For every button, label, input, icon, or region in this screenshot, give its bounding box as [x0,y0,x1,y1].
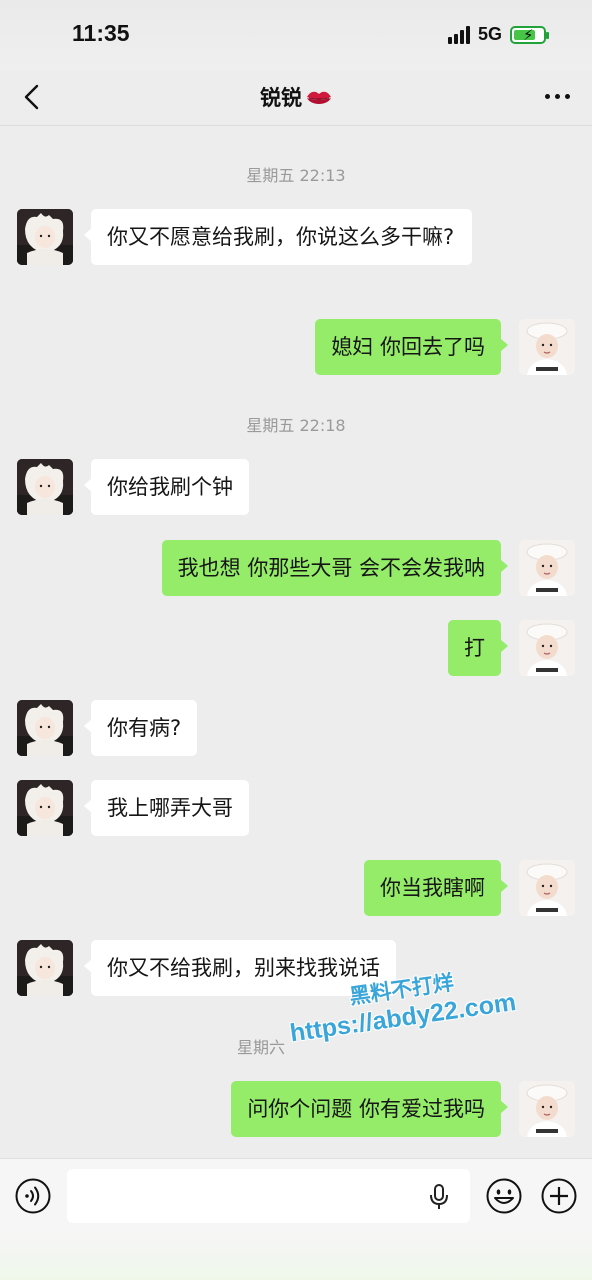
message-row: 你又不给我刷，别来找我说话 [0,940,592,996]
network-label: 5G [477,24,502,44]
status-icons: 5G ⚡ [447,24,549,45]
emoji-icon[interactable] [485,1177,523,1215]
voice-icon[interactable] [14,1177,52,1215]
message-row: 我也想 你那些大哥 会不会发我呐 [0,540,592,596]
message-row: 问你个问题 你有爱过我吗 [0,1081,592,1137]
self-avatar[interactable] [519,1081,575,1137]
message-bubble[interactable]: 你当我瞎啊 [364,860,508,916]
chat-title: 锐锐 [260,86,302,110]
message-bubble[interactable]: 问你个问题 你有爱过我吗 [231,1081,508,1137]
message-row: 你给我刷个钟 [0,459,592,515]
more-dots-icon[interactable] [545,94,570,99]
message-bubble[interactable]: 你又不愿意给我刷，你说这么多干嘛? [84,209,472,265]
message-bubble[interactable]: 你又不给我刷，别来找我说话 [84,940,396,996]
message-row: 我上哪弄大哥 [0,780,592,836]
contact-avatar[interactable] [17,459,73,515]
message-bubble[interactable]: 你有病? [83,700,198,756]
self-avatar[interactable] [519,860,575,916]
contact-avatar[interactable] [17,940,73,996]
message-bubble[interactable]: 我也想 你那些大哥 会不会发我呐 [161,540,509,596]
battery-icon: ⚡ [510,25,549,44]
status-bar: 11:35 5G ⚡ [0,0,592,70]
contact-avatar[interactable] [17,209,73,265]
signal-icon [447,25,470,44]
chat-header: 锐锐 [0,70,592,126]
time-label: 星期五 22:13 [246,166,346,185]
plus-icon[interactable] [540,1177,578,1215]
mic-icon[interactable] [428,1183,450,1211]
message-bubble[interactable]: 打 [448,620,508,676]
self-avatar[interactable] [519,319,575,375]
message-bubble[interactable]: 媳妇 你回去了吗 [315,319,508,375]
message-row: 你当我瞎啊 [0,860,592,916]
input-bar [0,1158,592,1280]
message-bubble[interactable]: 你给我刷个钟 [84,459,249,515]
contact-avatar[interactable] [17,700,73,756]
message-row: 你又不愿意给我刷，你说这么多干嘛? [0,209,592,297]
message-row: 你有病? [0,700,592,756]
time-label: 星期五 22:18 [246,416,346,435]
self-avatar[interactable] [519,540,575,596]
chat-area[interactable]: 星期五 22:13 你又不愿意给我刷，你说这么多干嘛? 媳妇 你回去了吗 星期五… [0,127,592,1157]
contact-avatar[interactable] [17,780,73,836]
home-indicator-area [0,1234,592,1280]
time-label: 星期六 [236,1038,285,1057]
message-row: 媳妇 你回去了吗 [0,319,592,375]
chat-title-wrap: 锐锐 [0,82,592,112]
message-input[interactable] [67,1169,470,1223]
self-avatar[interactable] [519,620,575,676]
lips-icon [306,88,332,108]
status-time: 11:35 [72,20,130,46]
message-row: 打 [0,620,592,676]
message-bubble[interactable]: 我上哪弄大哥 [84,780,249,836]
